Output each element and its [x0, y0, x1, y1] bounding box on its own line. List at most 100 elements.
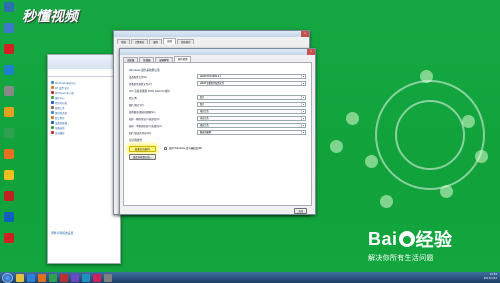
chevron-down-icon[interactable]: ▾ — [301, 110, 305, 113]
watermark-logo: 秒懂视频 — [22, 9, 78, 25]
close-icon[interactable]: × — [307, 49, 315, 55]
setting-row: 相片(渐变的色彩)(G) 图表和图解 ▾ — [129, 130, 306, 135]
control-panel-item-label: 设备管理器 — [55, 121, 67, 125]
setting-dropdown[interactable]: 照片 ▾ — [197, 102, 306, 107]
calibrate-display-button[interactable]: 校准显示器(C) — [129, 146, 157, 152]
change-defaults-button[interactable]: 更改系统默认值... — [129, 154, 157, 160]
control-panel-item-icon — [51, 111, 54, 114]
decor-circle — [395, 100, 465, 170]
control-panel-item-label: 自动播放 — [55, 131, 65, 135]
tab[interactable]: 疑难解答 — [155, 57, 173, 62]
setting-dropdown[interactable]: sRGB 查看条件配置文件 ▾ — [197, 81, 306, 86]
taskbar-explorer-icon[interactable] — [16, 273, 24, 282]
desktop-icon[interactable] — [0, 65, 18, 84]
baidu-brand: Bai — [368, 228, 398, 249]
setting-label: 设备配置文件(D) — [129, 75, 148, 79]
close-icon[interactable]: × — [301, 31, 309, 37]
baidu-slogan: 解决你所有生活问题 — [368, 254, 434, 262]
control-panel-item-icon — [51, 106, 54, 109]
control-panel-item-label: PC 设置 显示 — [55, 86, 70, 90]
close-button[interactable]: 关闭 — [294, 208, 307, 214]
desktop-icon[interactable] — [0, 128, 18, 147]
app-icon-blue2 — [4, 212, 14, 222]
dropdown-value: sRGB IEC61966-2.1 — [200, 75, 222, 78]
setting-dropdown[interactable]: 相对比色 ▾ — [197, 123, 306, 128]
desktop-icon-column — [0, 2, 18, 254]
setting-row: 设备配置文件(D) sRGB IEC61966-2.1 ▾ — [129, 74, 306, 79]
desktop-icon[interactable] — [0, 86, 18, 105]
dropdown-value: 绝对比色 — [200, 117, 209, 120]
dropdown-value: 相对比色 — [200, 110, 209, 113]
decor-leaf — [420, 70, 433, 83]
checkbox-box[interactable] — [164, 146, 168, 150]
desktop-icon[interactable] — [0, 107, 18, 126]
taskbar-media-icon[interactable] — [38, 273, 46, 282]
use-calibration-checkbox[interactable]: 使用 Windows 显示器校准(W) — [164, 146, 202, 150]
display-adapter-dialog: × 适配器 监视器 疑难解答 颜色管理 Windows 颜色系统默认值 设备配置文件(… — [119, 48, 316, 215]
taskbar-app5-icon[interactable] — [93, 273, 101, 282]
setting-label: 默认(E) — [129, 96, 138, 100]
setting-label: 相片(渐变的色彩)(G) — [129, 131, 152, 135]
desktop-icon[interactable] — [0, 44, 18, 63]
taskbar-app3-icon[interactable] — [71, 273, 79, 282]
control-panel-item-label: Windows 移动中心 — [55, 81, 76, 85]
app-icon-yellow — [4, 170, 14, 180]
setting-dropdown[interactable]: 照片 ▾ — [197, 95, 306, 100]
control-panel-toolbar — [48, 55, 120, 69]
desktop-icon[interactable] — [0, 23, 18, 42]
setting-dropdown[interactable]: 相对比色 ▾ — [197, 109, 306, 114]
taskbar-ie-icon[interactable] — [27, 273, 35, 282]
tab[interactable]: 适配器 — [123, 57, 139, 62]
tab[interactable]: 硬件 — [149, 39, 163, 44]
control-panel-footer[interactable]: 调整计算机的设置 — [51, 231, 73, 235]
taskbar-app6-icon[interactable] — [104, 273, 112, 282]
system-tray-clock[interactable]: 13:53 2017/1/12 — [484, 273, 497, 281]
control-panel-item-label: Windows 防火墙 — [55, 91, 74, 95]
chevron-down-icon[interactable]: ▾ — [301, 82, 305, 85]
address-bar[interactable] — [48, 69, 120, 77]
control-panel-item-icon — [51, 116, 54, 119]
tab[interactable]: 常规 — [117, 39, 130, 44]
tab[interactable]: 监视器 — [139, 57, 155, 62]
control-panel-item-icon — [51, 81, 54, 84]
chevron-down-icon[interactable]: ▾ — [301, 75, 305, 78]
group-title: 显示器校准 — [129, 139, 142, 142]
taskbar-app1-icon[interactable] — [49, 273, 57, 282]
setting-dropdown[interactable]: 绝对比色 ▾ — [197, 116, 306, 121]
dropdown-value: 照片 — [200, 103, 205, 106]
chevron-down-icon[interactable]: ▾ — [301, 103, 305, 106]
app-icon-blue — [4, 65, 14, 75]
chevron-down-icon[interactable]: ▾ — [301, 124, 305, 127]
tab[interactable]: 高级 — [163, 38, 176, 44]
taskbar-app2-icon[interactable] — [60, 273, 68, 282]
system-properties-tabs: 常规 计算机名 硬件 高级 系统保护 — [114, 37, 309, 44]
dropdown-value: 相对比色 — [200, 124, 209, 127]
control-panel-item-icon — [51, 101, 54, 104]
tab[interactable]: 计算机名 — [130, 39, 149, 44]
setting-dropdown[interactable]: sRGB IEC61966-2.1 ▾ — [197, 74, 306, 79]
desktop-icon[interactable] — [0, 233, 18, 252]
chevron-down-icon[interactable]: ▾ — [301, 131, 305, 134]
desktop-icon[interactable] — [0, 149, 18, 168]
group-title: ICC 渲染意图到 WCS Gamut 映射 — [129, 90, 170, 93]
desktop-icon[interactable] — [0, 2, 18, 21]
control-panel-item-icon — [51, 126, 54, 129]
chevron-down-icon[interactable]: ▾ — [301, 96, 305, 99]
setting-dropdown[interactable]: 图表和图解 ▾ — [197, 130, 306, 135]
desktop-icon[interactable] — [0, 191, 18, 210]
desktop: 秒懂视频 Windows 移动中心 PC 设置 显示 Windows 防火墙 操作中心… — [0, 0, 500, 272]
desktop-icon[interactable] — [0, 170, 18, 189]
dropdown-value: 图表和图解 — [200, 131, 211, 134]
decor-leaf — [365, 155, 378, 168]
start-button[interactable] — [2, 272, 13, 283]
setting-label: 线条图形(图表和图解)(L) — [129, 110, 156, 114]
setting-row: 默认(E) 照片 ▾ — [129, 95, 306, 100]
desktop-icon[interactable] — [0, 212, 18, 231]
tab[interactable]: 颜色管理 — [173, 56, 192, 62]
app-icon-grey — [4, 86, 14, 96]
control-panel-item[interactable]: 自动播放 — [51, 130, 117, 135]
chevron-down-icon[interactable]: ▾ — [301, 117, 305, 120]
taskbar-app4-icon[interactable] — [82, 273, 90, 282]
control-panel-item-label: 默认程序 — [55, 116, 65, 120]
tab[interactable]: 系统保护 — [176, 39, 195, 44]
